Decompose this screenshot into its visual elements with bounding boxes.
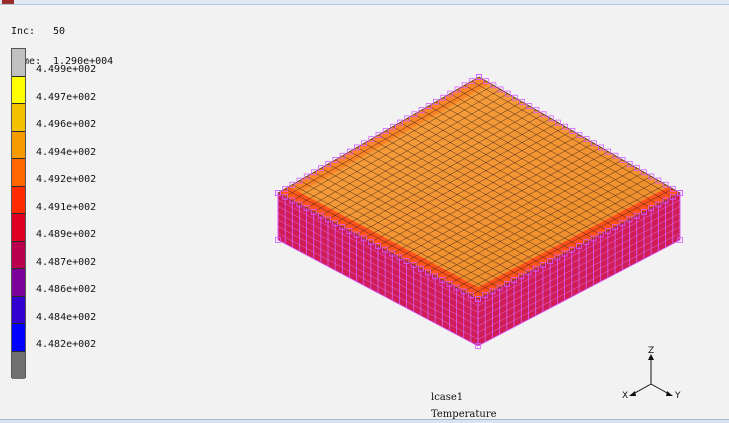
y-axis-arrow: [666, 391, 673, 396]
increment-row: Inc: 50: [11, 27, 113, 37]
legend-value-label: 4.492e+002: [36, 174, 97, 185]
legend-swatch: [12, 241, 25, 269]
coordinate-triad: Z X Y: [622, 346, 681, 401]
legend-value-label: 4.491e+002: [36, 201, 97, 213]
y-axis-line: [650, 383, 670, 395]
legend-value-label: 4.496e+002: [36, 119, 97, 130]
legend-swatch: [12, 214, 25, 242]
legend-value-label: 4.489e+002: [36, 229, 97, 240]
finite-element-model-view[interactable]: [270, 72, 690, 354]
legend-value-label: 4.499e+002: [36, 64, 97, 75]
y-axis-label: Y: [674, 391, 681, 401]
color-legend-bar: [11, 48, 26, 379]
legend-swatch: [12, 351, 25, 379]
window-bottom-border: [0, 419, 729, 423]
legend-labels: 4.499e+002 4.497e+002 4.496e+002 4.494e+002…: [36, 64, 116, 365]
legend-swatch: [12, 269, 25, 297]
window-title-bar: [0, 0, 729, 5]
legend-swatch: [12, 159, 25, 187]
legend-swatch: [12, 131, 25, 159]
legend-swatch: [12, 296, 25, 324]
legend-value-label: 4.482e+002: [36, 339, 97, 350]
increment-value: 50: [53, 26, 66, 37]
increment-label: Inc:: [11, 26, 36, 37]
x-axis-line: [632, 383, 652, 395]
legend-swatch: [12, 49, 25, 77]
z-axis-label: Z: [648, 346, 654, 356]
legend-swatch: [12, 186, 25, 214]
x-axis-arrow: [629, 391, 636, 396]
legend-value-label: 4.487e+002: [36, 256, 97, 268]
load-case-label: lcase1: [431, 392, 464, 403]
legend-swatch: [12, 76, 25, 104]
viewport[interactable]: Inc: 50 Time: 1.290e+004 4.499e+002 4.497…: [0, 0, 729, 423]
legend-value-label: 4.497e+002: [36, 91, 97, 103]
x-axis-label: X: [622, 391, 628, 401]
result-caption: lcase1 Temperature: [431, 389, 497, 423]
legend-swatch: [12, 104, 25, 132]
app-icon: [2, 0, 14, 4]
legend-value-label: 4.486e+002: [36, 284, 97, 295]
legend-value-label: 4.494e+002: [36, 146, 97, 158]
legend-swatch: [12, 324, 25, 352]
legend-value-label: 4.484e+002: [36, 311, 97, 323]
